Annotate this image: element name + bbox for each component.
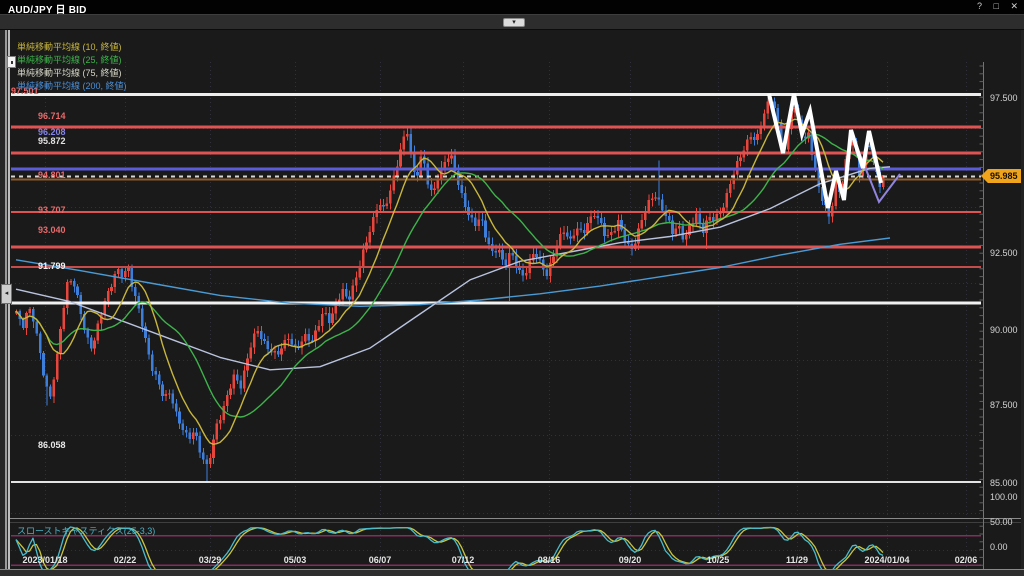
price-line-label-95.872: 95.872	[38, 136, 66, 146]
maximize-button[interactable]: □	[994, 1, 999, 11]
legend-item-ma10[interactable]: 単純移動平均線 (10, 終値)	[17, 41, 122, 54]
titlebar[interactable]: AUD/JPY 日 BID ? □ ✕	[0, 0, 1024, 14]
x-axis-label: 02/22	[93, 555, 157, 565]
price-line-label-91.799: 91.799	[38, 261, 66, 271]
pane-scroll-button[interactable]: ◂	[1, 284, 12, 304]
price-line-label-94.801: 94.801	[38, 170, 66, 180]
x-axis-label: 10/25	[686, 555, 750, 565]
current-price-badge: 95.985	[981, 169, 1024, 183]
window-controls: ? □ ✕	[968, 1, 1018, 12]
chevron-down-icon: ▾	[512, 19, 516, 26]
legend-item-ma25[interactable]: 単純移動平均線 (25, 終値)	[17, 54, 122, 67]
subchart-axis-label: 50.00	[990, 517, 1013, 527]
arrow-left-icon: ◂	[5, 290, 9, 297]
y-axis-label: 90.000	[990, 325, 1018, 335]
y-axis-label: 85.000	[990, 478, 1018, 488]
x-axis-label: 08/16	[517, 555, 581, 565]
toolbar: ▾	[0, 14, 1024, 30]
x-axis-label: 11/29	[765, 555, 829, 565]
x-axis-label: 06/07	[348, 555, 412, 565]
price-line-label-86.058: 86.058	[38, 440, 66, 450]
chart-area[interactable]: 単純移動平均線 (10, 終値)単純移動平均線 (25, 終値)単純移動平均線 …	[0, 30, 1024, 576]
subchart-axis-label: 100.00	[990, 492, 1018, 502]
y-axis-label: 97.500	[990, 93, 1018, 103]
close-button[interactable]: ✕	[1010, 1, 1018, 12]
bottom-frame	[0, 569, 1024, 576]
toolbar-collapse-button[interactable]: ▾	[503, 18, 525, 27]
price-line-label-93.040: 93.040	[38, 225, 66, 235]
x-axis-label: 2024/01/04	[855, 555, 919, 565]
legend-item-ma75[interactable]: 単純移動平均線 (75, 終値)	[17, 67, 122, 80]
subchart-indicator-label[interactable]: スローストキャスティクス(25-3,3)	[17, 524, 155, 537]
x-axis-label: 03/29	[178, 555, 242, 565]
x-axis-label: 02/06	[934, 555, 998, 565]
x-axis-label: 2023/01/18	[13, 555, 77, 565]
line-anchor-handle[interactable]	[7, 56, 16, 68]
y-axis-label: 92.500	[990, 248, 1018, 258]
chart-canvas[interactable]	[0, 30, 1024, 576]
x-axis-label: 09/20	[598, 555, 662, 565]
y-axis-label: 87.500	[990, 400, 1018, 410]
price-line-label-93.707: 93.707	[38, 205, 66, 215]
help-button[interactable]: ?	[977, 1, 982, 11]
chart-window: AUD/JPY 日 BID ? □ ✕ ▾ 単純移動平均線 (10, 終値)単純…	[0, 0, 1024, 576]
x-axis-label: 05/03	[263, 555, 327, 565]
subchart-axis-label: 0.00	[990, 542, 1008, 552]
legend-item-ma200[interactable]: 単純移動平均線 (200, 終値)	[17, 80, 127, 93]
x-axis-label: 07/12	[431, 555, 495, 565]
price-line-label-96.714: 96.714	[38, 111, 66, 121]
